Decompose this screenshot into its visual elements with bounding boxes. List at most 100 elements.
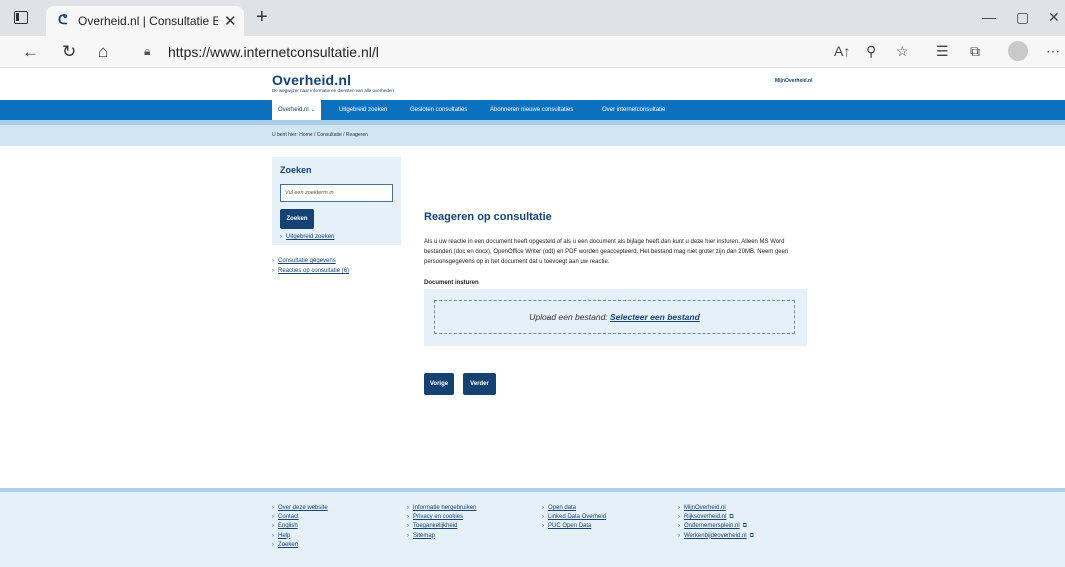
footer-col-4: › MijnOverheid.nl › Rijksoverheid.nl ⧉ › Ond… [678, 504, 754, 541]
prev-button[interactable]: Vorige [424, 373, 454, 395]
minimize-icon[interactable]: — [982, 9, 996, 25]
tab-title: Overheid.nl | Consultatie Elektronische [78, 14, 218, 28]
footer-link[interactable]: › Help [272, 532, 328, 541]
site-favicon-icon: ᕦ [58, 12, 68, 27]
footer-link[interactable]: › Ondernemersplein.nl ⧉ [678, 522, 754, 531]
advanced-search-label: Uitgebreid zoeken [286, 234, 335, 240]
url-field[interactable]: 🔒︎ https://www.internetconsultatie.nl/l [134, 40, 854, 64]
footer-link-label: Open data [548, 505, 577, 511]
zoom-icon[interactable]: ⚲ [866, 43, 876, 60]
chevron-right-icon: › [272, 505, 274, 511]
footer-link-label: Zoeken [278, 541, 299, 548]
search-title: Zoeken [280, 165, 312, 175]
back-icon[interactable]: ← [22, 42, 39, 62]
chevron-right-icon: › [272, 514, 274, 521]
sidebar-link-reacties[interactable]: › Reacties op consultatie (6) [272, 268, 349, 274]
more-menu-icon[interactable]: ⋯ [1046, 43, 1060, 60]
footer-link[interactable]: › Privacy en cookies [407, 513, 476, 522]
footer-link[interactable]: › Sitemap [407, 532, 476, 541]
favorites-icon[interactable]: ☰ [936, 43, 949, 60]
close-window-icon[interactable]: ✕ [1048, 9, 1060, 26]
upload-prefix: Upload een bestand: [529, 312, 611, 322]
sidebar-link-consultatie-gegevens[interactable]: › Consultatie gegevens [272, 258, 336, 264]
chevron-right-icon: › [272, 258, 274, 264]
mijnoverheid-link[interactable]: MijnOverheid.nl [775, 78, 813, 84]
chevron-right-icon: › [280, 234, 282, 240]
footer-link-label: PUC Open Data [548, 523, 592, 530]
footer-link[interactable]: › Werkenbijdeoverheid.nl ⧉ [678, 532, 754, 541]
chevron-right-icon: › [272, 523, 274, 530]
footer-link-label: Help [278, 532, 291, 539]
page-title: Reageren op consultatie [424, 211, 552, 223]
browser-tab[interactable]: ᕦ Overheid.nl | Consultatie Elektronisch… [46, 6, 244, 36]
footer-link-label: Werkenbijdeoverheid.nl [684, 532, 747, 539]
footer-link-label: English [278, 523, 298, 530]
sidebar-link-label: Reacties op consultatie (6) [278, 268, 350, 274]
footer-link[interactable]: › Contact [272, 513, 328, 522]
footer-link[interactable]: › Rijksoverheid.nl ⧉ [678, 513, 754, 522]
footer-link[interactable]: › PUC Open Data [542, 522, 606, 531]
read-aloud-icon[interactable]: A↑ [834, 43, 850, 59]
close-tab-icon[interactable]: ✕ [224, 12, 237, 30]
footer-col-3: › Open data › Linked Data Overheid › PUC Op… [542, 504, 606, 532]
footer-link[interactable]: › Open data [542, 504, 606, 513]
refresh-icon[interactable]: ↻ [62, 42, 76, 62]
nav-uitgebreid-zoeken[interactable]: Uitgebreid zoeken [339, 100, 387, 120]
chevron-right-icon: › [407, 523, 409, 530]
chevron-right-icon: › [272, 532, 274, 539]
home-icon[interactable]: ⌂ [98, 42, 108, 62]
tab-actions-icon[interactable] [14, 11, 28, 24]
restore-icon[interactable]: ▢ [1016, 9, 1029, 26]
nav-overheid[interactable]: Overheid.nl ⌄ [272, 100, 322, 120]
footer-link[interactable]: › English [272, 522, 328, 531]
footer-link-label: Toegankelijkheid [413, 523, 458, 530]
lock-icon: 🔒︎ [144, 44, 151, 58]
footer-link-label: Rijksoverheid.nl [684, 514, 727, 521]
upload-dropzone[interactable]: Upload een bestand: Selecteer een bestan… [434, 300, 795, 334]
footer-link[interactable]: › MijnOverheid.nl [678, 504, 754, 513]
footer-link-label: Ondernemersplein.nl [684, 523, 740, 530]
sidebar-link-label: Consultatie gegevens [278, 258, 336, 264]
chevron-right-icon: › [542, 523, 544, 530]
main-navigation: Overheid.nl ⌄ Uitgebreid zoeken Gesloten… [0, 100, 1065, 120]
nav-abonneren[interactable]: Abonneren nieuwe consultaties [490, 100, 573, 120]
external-link-icon: ⧉ [742, 523, 747, 530]
new-tab-button[interactable]: + [256, 6, 268, 29]
chevron-right-icon: › [678, 523, 680, 530]
breadcrumb[interactable]: U bent hier: Home / Consultatie / Reager… [272, 132, 368, 138]
footer-link[interactable]: › Informatie hergebruiken [407, 504, 476, 513]
nav-over-internetconsultatie[interactable]: Over internetconsultatie [602, 100, 665, 120]
upload-text: Upload een bestand: Selecteer een bestan… [435, 312, 794, 322]
next-button[interactable]: Verder [463, 373, 496, 395]
footer: › Over deze website › Contact › English › He… [0, 492, 1065, 567]
profile-avatar[interactable] [1008, 41, 1028, 61]
nav-gesloten-consultaties[interactable]: Gesloten consultaties [410, 100, 467, 120]
footer-link[interactable]: › Toegankelijkheid [407, 522, 476, 531]
footer-link[interactable]: › Linked Data Overheid [542, 513, 606, 522]
browser-tab-bar: ᕦ Overheid.nl | Consultatie Elektronisch… [0, 0, 1065, 36]
breadcrumb-bar: U bent hier: Home / Consultatie / Reager… [0, 125, 1065, 146]
chevron-right-icon: › [272, 541, 274, 548]
external-link-icon: ⧉ [749, 532, 754, 539]
chevron-right-icon: › [678, 532, 680, 539]
search-button[interactable]: Zoeken [280, 209, 314, 229]
external-link-icon: ⧉ [729, 514, 734, 521]
footer-col-2: › Informatie hergebruiken › Privacy en coo… [407, 504, 476, 541]
site-logo[interactable]: Overheid.nl [272, 72, 351, 88]
document-label: Document insturen [424, 280, 479, 286]
footer-col-1: › Over deze website › Contact › English › He… [272, 504, 328, 550]
chevron-right-icon: › [407, 514, 409, 521]
footer-link[interactable]: › Over deze website [272, 504, 328, 513]
collections-icon[interactable]: ⧉ [970, 43, 980, 60]
chevron-right-icon: › [407, 532, 409, 539]
footer-link-label: Informatie hergebruiken [413, 505, 477, 511]
site-tagline: De wegwijzer naar informatie en diensten… [272, 88, 394, 93]
chevron-right-icon: › [542, 505, 544, 511]
select-file-link[interactable]: Selecteer een bestand [610, 312, 700, 322]
footer-link-label: Linked Data Overheid [548, 514, 607, 521]
footer-link[interactable]: › Zoeken [272, 541, 328, 550]
address-bar: ← ↻ ⌂ 🔒︎ https://www.internetconsultatie… [0, 36, 1065, 68]
add-favorite-icon[interactable]: ☆ [896, 43, 909, 60]
advanced-search-link[interactable]: › Uitgebreid zoeken [280, 234, 334, 240]
search-input[interactable]: Vul een zoekterm in [280, 184, 393, 202]
